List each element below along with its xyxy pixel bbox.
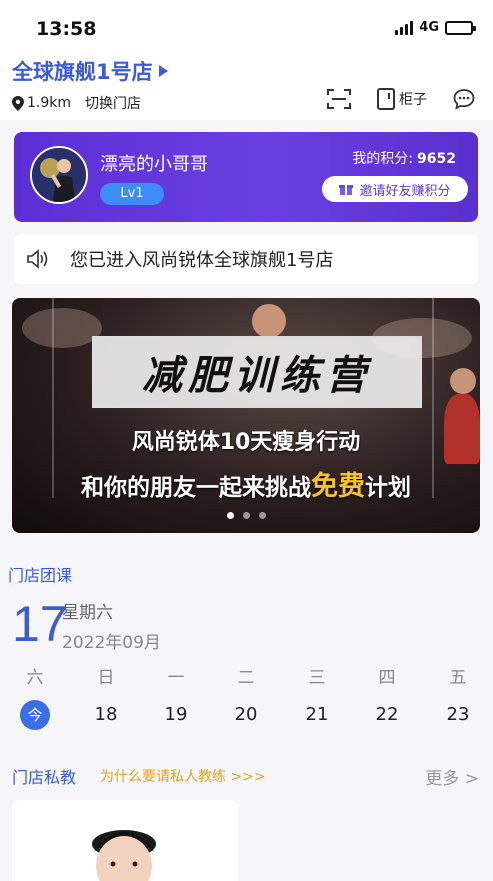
avatar-image xyxy=(32,148,86,202)
points-row: 我的积分: 9652 xyxy=(352,148,456,168)
week-day-label: 二 xyxy=(237,668,255,688)
week-day-label: 五 xyxy=(449,668,467,688)
status-time: 13:58 xyxy=(36,18,97,40)
selected-day: 17 xyxy=(12,596,68,652)
week-day[interactable]: 日 18 xyxy=(81,664,131,730)
week-day-number: 22 xyxy=(375,704,399,725)
avatar[interactable] xyxy=(30,146,88,204)
member-card[interactable]: 漂亮的小哥哥 Lv1 我的积分: 9652 邀请好友赚积分 xyxy=(14,132,478,222)
store-header: 全球旗舰1号店 1.9km 切换门店 柜子 xyxy=(0,56,493,120)
today-marker: 今 xyxy=(20,700,50,730)
week-day-number: 18 xyxy=(94,704,118,725)
week-day-label: 六 xyxy=(26,668,44,688)
store-selector[interactable]: 全球旗舰1号店 xyxy=(12,56,168,86)
carousel-dot[interactable] xyxy=(242,512,250,519)
week-day-label: 四 xyxy=(378,668,396,688)
store-name: 全球旗舰1号店 xyxy=(12,60,153,84)
selected-year-month: 2022年09月 xyxy=(62,633,161,653)
scan-icon[interactable] xyxy=(327,88,351,110)
week-day-label: 日 xyxy=(97,668,115,688)
points-label: 我的积分: xyxy=(352,151,414,167)
locker-label: 柜子 xyxy=(399,92,427,108)
message-icon[interactable] xyxy=(453,88,475,110)
caret-right-icon xyxy=(158,65,168,77)
invite-label: 邀请好友赚积分 xyxy=(359,183,451,199)
speaker-icon xyxy=(27,249,48,269)
banner-slogan-pre: 和你的朋友一起来挑战 xyxy=(81,475,311,501)
week-day[interactable]: 四 22 xyxy=(362,664,412,730)
athlete-figure xyxy=(252,304,286,338)
week-day[interactable]: 一 19 xyxy=(151,664,201,730)
coach-photo xyxy=(12,800,238,881)
locker-button[interactable]: 柜子 xyxy=(377,88,427,110)
athlete-figure xyxy=(450,368,476,394)
more-link[interactable]: 更多 > xyxy=(425,764,479,789)
coach-card[interactable] xyxy=(12,800,238,881)
invite-friends-button[interactable]: 邀请好友赚积分 xyxy=(322,176,468,202)
notice-bar: 您已进入风尚锐体全球旗舰1号店 xyxy=(14,234,478,284)
week-day-label: 三 xyxy=(308,668,326,688)
week-day-number: 23 xyxy=(446,704,470,725)
banner-slogan-highlight: 免费 xyxy=(311,471,365,502)
banner-subtitle: 风尚锐体10天瘦身行动 xyxy=(131,430,361,455)
member-name: 漂亮的小哥哥 xyxy=(100,154,208,175)
location-pin-icon xyxy=(12,95,24,111)
banner-title-box: 减肥训练营 xyxy=(92,336,422,408)
week-day[interactable]: 六今 xyxy=(10,664,60,730)
week-day-number: 19 xyxy=(164,704,188,725)
group-class-title: 门店团课 xyxy=(8,566,73,585)
week-day[interactable]: 二 20 xyxy=(221,664,271,730)
week-day[interactable]: 三 21 xyxy=(292,664,342,730)
header-actions: 柜子 xyxy=(327,88,475,110)
week-day-label: 一 xyxy=(167,668,185,688)
week-day-number: 21 xyxy=(305,704,329,725)
locker-icon xyxy=(377,88,395,110)
carousel-dot[interactable] xyxy=(258,512,266,519)
stage-spotlight xyxy=(22,308,102,348)
week-day[interactable]: 五 23 xyxy=(433,664,483,730)
network-label: 4G xyxy=(419,20,439,35)
status-bar: 13:58 4G xyxy=(0,0,493,56)
battery-icon xyxy=(445,20,476,35)
banner-title: 减肥训练营 xyxy=(142,353,372,399)
banner-slogan: 和你的朋友一起来挑战免费计划 xyxy=(12,464,480,503)
level-badge: Lv1 xyxy=(100,183,164,205)
switch-store-link[interactable]: 切换门店 xyxy=(85,93,141,113)
selected-weekday: 星期六 xyxy=(62,603,113,623)
signal-icon xyxy=(395,20,414,35)
banner-slogan-post: 计划 xyxy=(365,475,411,501)
carousel-dot[interactable] xyxy=(226,512,234,519)
week-day-number: 20 xyxy=(234,704,258,725)
notice-text: 您已进入风尚锐体全球旗舰1号店 xyxy=(70,250,334,271)
store-distance: 1.9km xyxy=(27,95,72,111)
location-row: 1.9km 切换门店 xyxy=(12,93,141,113)
private-training-title: 门店私教 xyxy=(12,768,77,787)
gift-icon xyxy=(339,185,354,195)
promo-banner[interactable]: 减肥训练营 风尚锐体10天瘦身行动 和你的朋友一起来挑战免费计划 xyxy=(12,298,480,533)
private-training-link[interactable]: 为什么要请私人教练 >>> xyxy=(100,766,266,786)
carousel-dots[interactable] xyxy=(12,512,480,519)
points-value: 9652 xyxy=(417,151,456,167)
status-indicators: 4G xyxy=(395,20,476,35)
